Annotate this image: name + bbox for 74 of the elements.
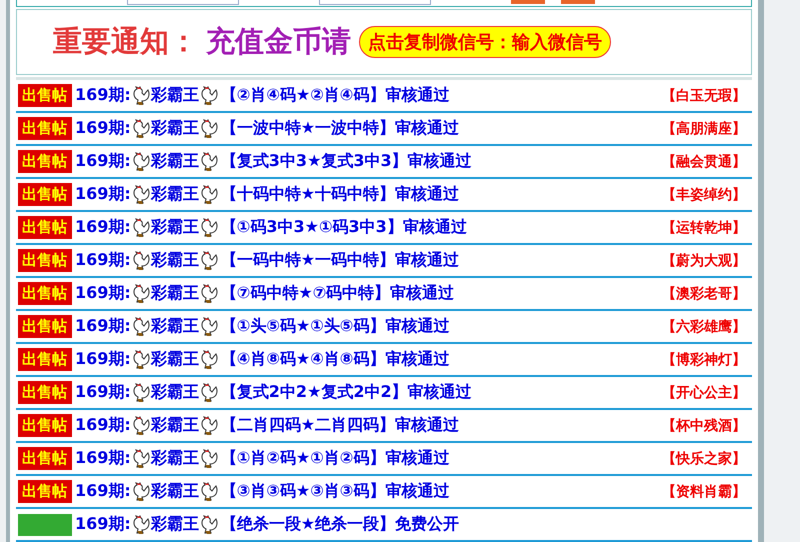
post-badge: 出售帖 — [18, 414, 72, 437]
rooster-icon — [198, 416, 219, 436]
author-tag: 【运转乾坤】 — [662, 218, 746, 236]
post-badge: 出售帖 — [18, 117, 72, 140]
post-badge: 出售帖 — [18, 84, 72, 107]
post-link[interactable]: 169期: 彩霸王 【①肖②码★①肖②码】审核通过 — [75, 448, 450, 469]
rooster-icon — [198, 350, 219, 370]
rooster-icon — [130, 382, 151, 402]
rooster-icon — [130, 350, 151, 370]
rooster-icon — [198, 118, 219, 138]
post-link[interactable]: 169期: 彩霸王 【二肖四码★二肖四码】审核通过 — [75, 415, 460, 436]
rooster-icon — [130, 482, 151, 502]
rooster-icon — [198, 448, 219, 468]
rooster-icon — [198, 250, 219, 270]
rooster-icon — [130, 514, 151, 534]
post-link[interactable]: 169期: 彩霸王 【一码中特★一码中特】审核通过 — [75, 250, 460, 271]
rooster-icon — [130, 218, 151, 238]
input-field[interactable] — [127, 0, 239, 5]
notice-title: 重要通知： — [53, 22, 198, 60]
post-link[interactable]: 169期: 彩霸王 【十码中特★十码中特】审核通过 — [75, 184, 460, 205]
author-tag: 【博彩神灯】 — [662, 350, 746, 368]
post-badge: 出售帖 — [18, 282, 72, 305]
post-link[interactable]: 169期: 彩霸王 【①码3中3★①码3中3】审核通过 — [75, 217, 467, 238]
post-link[interactable]: 169期: 彩霸王 【一波中特★一波中特】审核通过 — [75, 118, 460, 139]
post-badge: 出售帖 — [18, 447, 72, 470]
post-link[interactable]: 169期: 彩霸王 【②肖④码★②肖④码】审核通过 — [75, 85, 450, 106]
post-badge: 出售帖 — [18, 216, 72, 239]
post-badge: 出售帖 — [18, 150, 72, 173]
post-badge: 出售帖 — [18, 183, 72, 206]
post-link[interactable]: 169期: 彩霸王 【④肖⑧码★④肖⑧码】审核通过 — [75, 349, 450, 370]
rooster-icon — [130, 316, 151, 336]
post-link[interactable]: 169期: 彩霸王 【绝杀一段★绝杀一段】免费公开 — [75, 514, 460, 535]
post-link[interactable]: 169期: 彩霸王 【③肖③码★③肖③码】审核通过 — [75, 481, 450, 502]
post-badge: 出售帖 — [18, 381, 72, 404]
post-badge — [18, 514, 72, 536]
author-tag: 【开心公主】 — [662, 384, 746, 402]
author-tag: 【快乐之家】 — [662, 450, 746, 468]
post-link[interactable]: 169期: 彩霸王 【复式2中2★复式2中2】审核通过 — [75, 382, 472, 403]
rooster-icon — [130, 448, 151, 468]
post-badge: 出售帖 — [18, 249, 72, 272]
post-link[interactable]: 169期: 彩霸王 【⑦码中特★⑦码中特】审核通过 — [75, 283, 454, 304]
author-tag: 【白玉无瑕】 — [662, 86, 746, 104]
author-tag: 【六彩雄鹰】 — [662, 318, 746, 336]
notice-subtitle: 充值金币请 — [206, 22, 351, 60]
post-badge: 出售帖 — [18, 348, 72, 371]
rooster-icon — [130, 86, 151, 106]
rooster-icon — [198, 514, 219, 534]
post-badge: 出售帖 — [18, 315, 72, 338]
rooster-icon — [130, 184, 151, 204]
rooster-icon — [198, 184, 219, 204]
input-field[interactable] — [319, 0, 431, 5]
rooster-icon — [198, 152, 219, 172]
author-tag: 【澳彩老哥】 — [662, 284, 746, 302]
author-tag: 【丰姿绰约】 — [662, 186, 746, 204]
rooster-icon — [130, 118, 151, 138]
rooster-icon — [130, 250, 151, 270]
author-tag: 【高朋满座】 — [662, 120, 746, 138]
author-tag: 【资料肖霸】 — [662, 482, 746, 500]
author-tag: 【蔚为大观】 — [662, 252, 746, 270]
copy-wechat-button[interactable]: 点击复制微信号：输入微信号 — [359, 26, 611, 58]
rooster-icon — [198, 86, 219, 106]
post-badge: 出售帖 — [18, 480, 72, 503]
rooster-icon — [130, 416, 151, 436]
rooster-icon — [130, 284, 151, 304]
rooster-icon — [198, 382, 219, 402]
rooster-icon — [198, 482, 219, 502]
author-tag: 【融会贯通】 — [662, 152, 746, 170]
post-link[interactable]: 169期: 彩霸王 【复式3中3★复式3中3】审核通过 — [75, 151, 472, 172]
rooster-icon — [198, 316, 219, 336]
rooster-icon — [198, 218, 219, 238]
post-link[interactable]: 169期: 彩霸王 【①头⑤码★①头⑤码】审核通过 — [75, 316, 450, 337]
rooster-icon — [198, 284, 219, 304]
author-tag: 【杯中残酒】 — [662, 416, 746, 434]
rooster-icon — [130, 152, 151, 172]
